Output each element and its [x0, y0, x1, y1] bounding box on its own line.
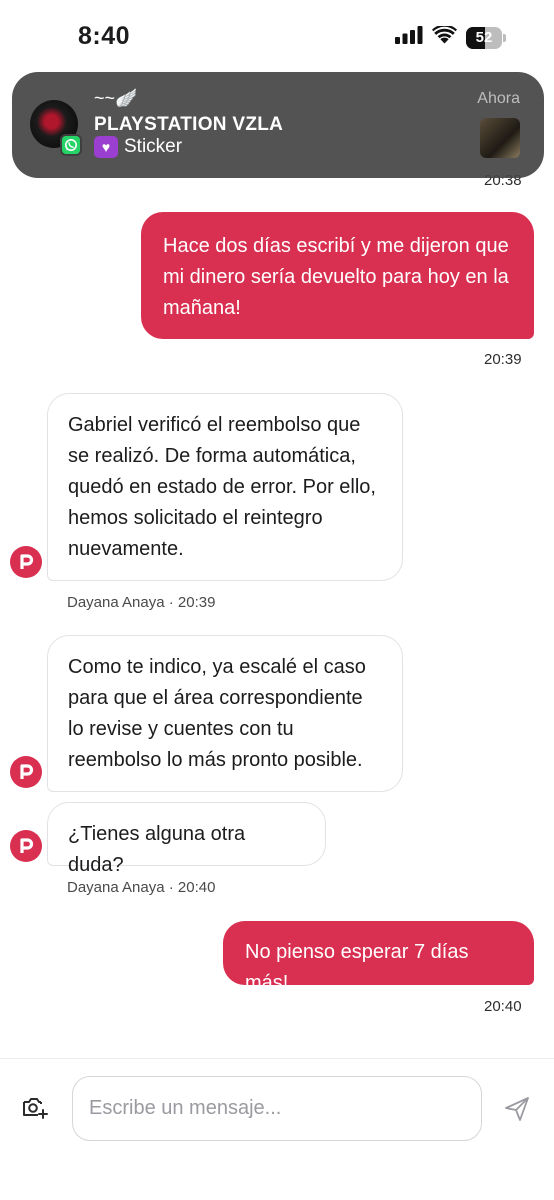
- status-icons: 52: [395, 24, 506, 49]
- battery-icon: 52: [466, 26, 506, 49]
- incoming-message[interactable]: Como te indico, ya escalé el caso para q…: [47, 635, 403, 792]
- message-input[interactable]: [72, 1076, 482, 1141]
- brand-logo-icon: [20, 764, 34, 779]
- notification-banner[interactable]: ~~🪽 PLAYSTATION VZLA ♥ Sticker Ahora: [12, 72, 544, 178]
- message-text: ¿Tienes alguna otra duda?: [68, 823, 246, 876]
- status-time: 8:40: [78, 22, 131, 50]
- outgoing-message[interactable]: No pienso esperar 7 días más!: [223, 921, 534, 994]
- outgoing-message[interactable]: Hace dos días escribí y me dijeron que m…: [141, 212, 534, 339]
- brand-logo-icon: [20, 838, 34, 853]
- notification-body-text: Sticker: [124, 136, 183, 157]
- camera-button[interactable]: [20, 1092, 50, 1122]
- send-icon: [505, 1097, 529, 1121]
- agent-meta: Dayana Anaya · 20:40: [67, 879, 216, 896]
- brand-logo-icon: [20, 554, 34, 569]
- agent-avatar: [10, 546, 42, 578]
- message-text: No pienso esperar 7 días más!: [245, 941, 469, 994]
- incoming-message[interactable]: ¿Tienes alguna otra duda?: [47, 802, 326, 876]
- agent-avatar: [10, 756, 42, 788]
- message-text: Como te indico, ya escalé el caso para q…: [68, 656, 366, 771]
- notification-time: Ahora: [477, 90, 520, 107]
- agent-avatar: [10, 830, 42, 862]
- agent-meta: Dayana Anaya · 20:39: [67, 594, 216, 611]
- camera-add-icon: [23, 1098, 48, 1119]
- message-time: 20:40: [484, 998, 522, 1015]
- wifi-icon: [432, 24, 457, 49]
- whatsapp-icon: [60, 134, 82, 156]
- notification-body: ♥ Sticker: [94, 136, 182, 158]
- status-bar: 8:40 52: [0, 0, 554, 72]
- message-time: 20:39: [484, 351, 522, 368]
- incoming-message[interactable]: Gabriel verificó el reembolso que se rea…: [47, 393, 403, 581]
- notification-title-line1: ~~🪽: [94, 88, 138, 108]
- message-text: Hace dos días escribí y me dijeron que m…: [163, 235, 509, 319]
- notification-title: PLAYSTATION VZLA: [94, 114, 284, 135]
- message-text: Gabriel verificó el reembolso que se rea…: [68, 414, 376, 560]
- send-button[interactable]: [502, 1094, 532, 1124]
- purple-heart-icon: ♥: [94, 136, 118, 158]
- cellular-signal-icon: [395, 26, 423, 49]
- battery-percent: 52: [475, 28, 493, 46]
- sticker-thumbnail: [480, 118, 520, 158]
